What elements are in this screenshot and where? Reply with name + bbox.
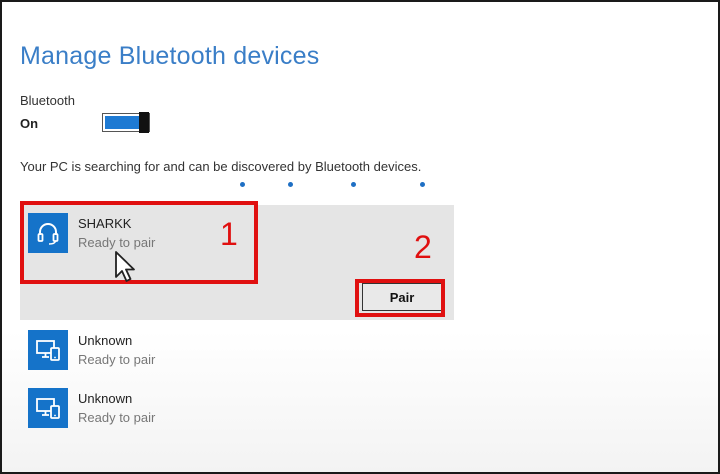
bluetooth-label: Bluetooth [20,93,75,108]
mouse-pointer-icon [115,251,135,282]
page-title: Manage Bluetooth devices [20,42,320,70]
pc-phone-icon [36,398,60,419]
device-tile [28,388,68,428]
pc-phone-icon [36,340,60,361]
settings-window: Manage Bluetooth devices Bluetooth On Yo… [0,0,720,474]
bluetooth-state: On [20,116,39,131]
progress-dot [240,182,245,187]
toggle-fill [105,116,139,129]
device-status: Ready to pair [78,410,156,425]
pair-button[interactable]: Pair [362,283,442,311]
device-name: Unknown [78,333,133,348]
progress-dot [288,182,293,187]
annotation-number-1: 1 [220,216,238,252]
toggle-thumb[interactable] [139,112,149,133]
device-item-unknown-2[interactable]: Unknown Ready to pair [28,388,328,432]
discovery-status: Your PC is searching for and can be disc… [20,159,422,174]
searching-progress-dots [240,182,430,188]
bluetooth-toggle[interactable] [102,112,150,133]
device-name: Unknown [78,391,133,406]
device-tile [28,330,68,370]
device-status: Ready to pair [78,352,156,367]
progress-dot [420,182,425,187]
progress-dot [351,182,356,187]
device-item-unknown-1[interactable]: Unknown Ready to pair [28,330,328,374]
annotation-number-2: 2 [414,229,432,265]
